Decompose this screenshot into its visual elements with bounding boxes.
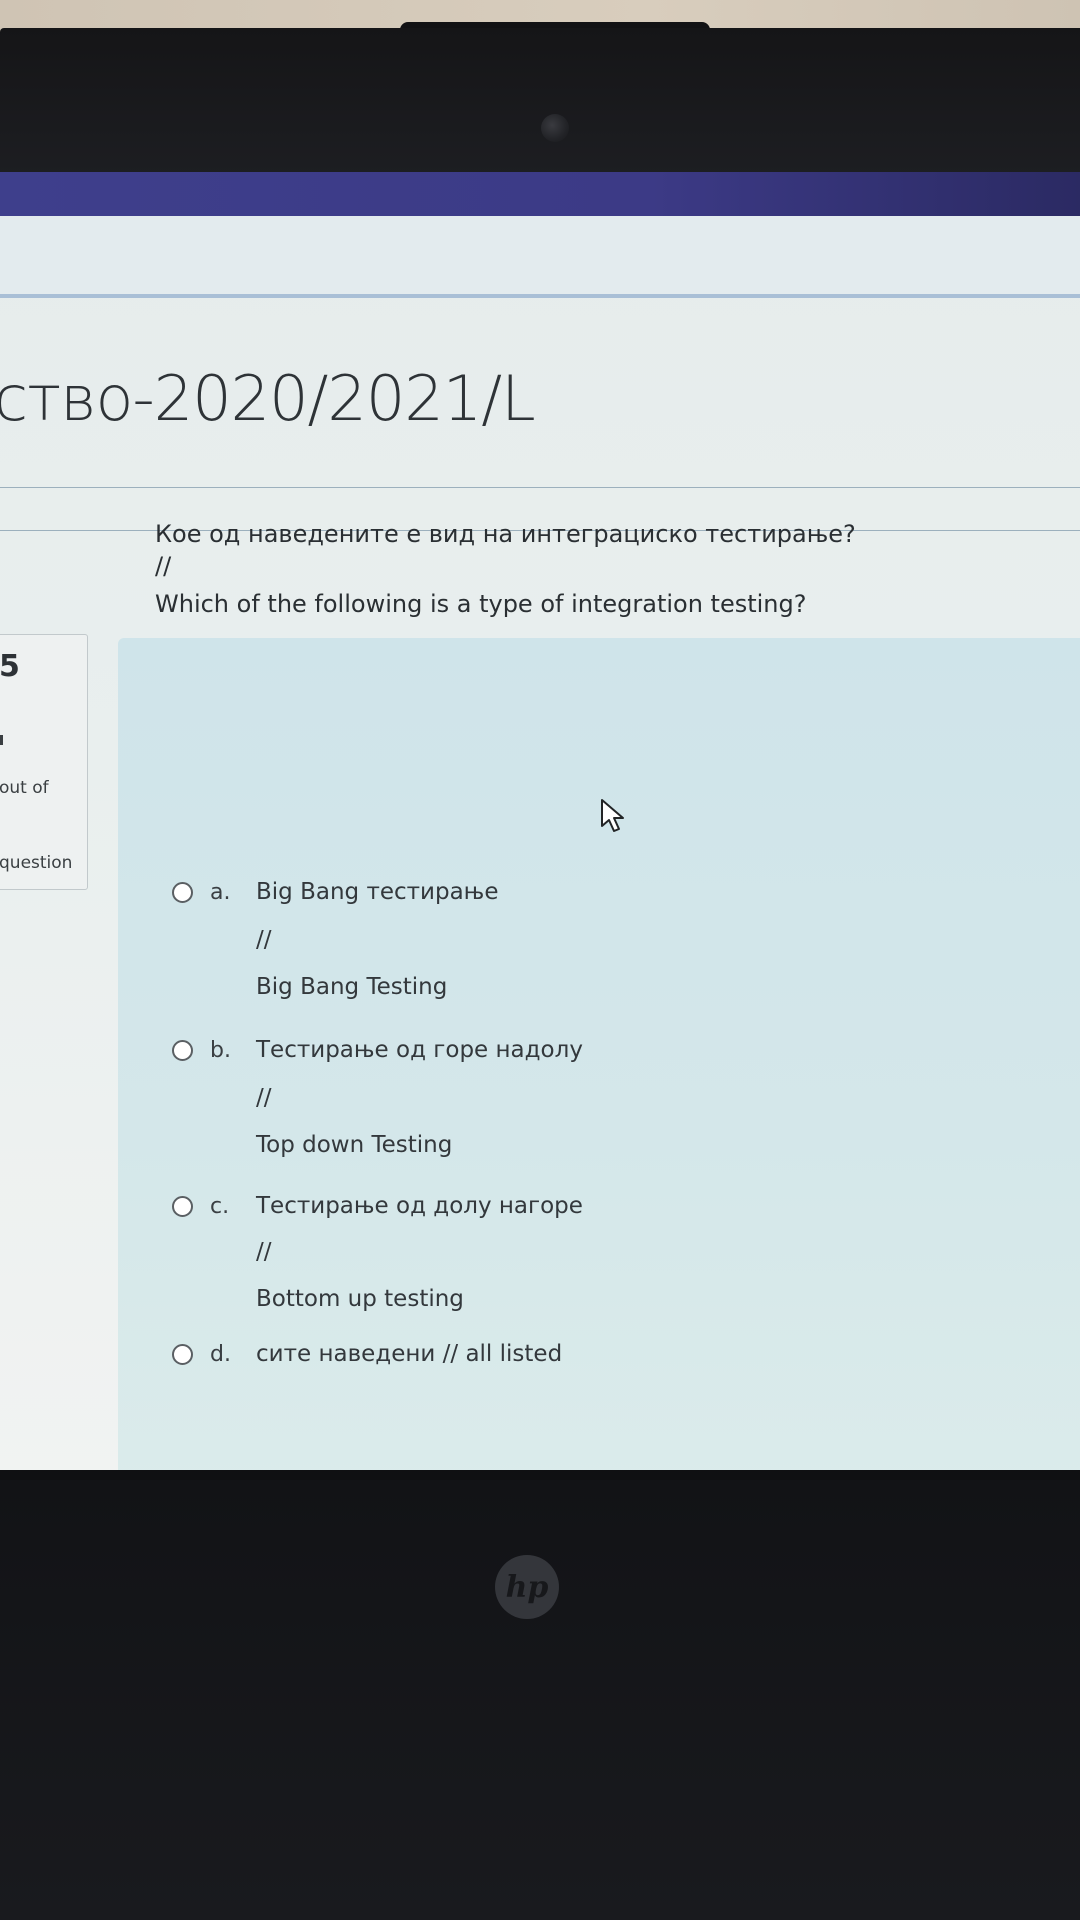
top-navbar (0, 172, 1080, 216)
question-text-en: Which of the following is a type of inte… (155, 590, 807, 618)
question-number: 5 (0, 649, 20, 684)
answer-option-b[interactable]: b. Тестирање од горе надолу // Top down … (170, 1036, 870, 1186)
flag-question-link[interactable]: question (0, 853, 72, 873)
option-text-mk: Тестирање од долу нагоре (256, 1193, 583, 1219)
laptop-bezel-top (0, 28, 1080, 178)
option-text-en: Top down Testing (256, 1132, 453, 1158)
radio-button-d[interactable] (172, 1344, 193, 1365)
option-text-combined: сите наведени // all listed (256, 1341, 563, 1367)
secondary-bar (0, 216, 1080, 298)
hp-logo-icon: hp (495, 1555, 559, 1619)
option-separator: // (256, 927, 272, 953)
mouse-cursor-icon (601, 799, 624, 832)
option-text-mk: Тестирање од горе надолу (256, 1037, 583, 1063)
option-text-mk: Big Bang тестирање (256, 879, 499, 905)
question-status-fragment (0, 735, 3, 745)
radio-button-a[interactable] (172, 882, 193, 903)
option-letter: b. (210, 1038, 231, 1063)
option-letter: c. (210, 1194, 230, 1219)
question-info-box: 5 out of question (0, 634, 88, 890)
option-separator: // (256, 1239, 272, 1265)
question-mark-label: out of (0, 778, 49, 798)
laptop-lower-bezel (0, 1480, 1080, 1920)
option-separator: // (256, 1085, 272, 1111)
hp-logo-text: hp (505, 1569, 549, 1605)
answer-option-d[interactable]: d. сите наведени // all listed (170, 1340, 870, 1380)
option-text-en: Big Bang Testing (256, 974, 448, 1000)
webcam-icon (541, 114, 569, 142)
question-text-mk: Кое од наведените е вид на интеграциско … (155, 520, 856, 548)
radio-button-b[interactable] (172, 1040, 193, 1061)
answer-option-c[interactable]: c. Тестирање од долу нагоре // Bottom up… (170, 1192, 870, 1342)
question-separator: // (155, 552, 172, 580)
option-letter: d. (210, 1342, 231, 1367)
answer-option-a[interactable]: a. Big Bang тестирање // Big Bang Testin… (170, 878, 870, 1028)
option-text-en: Bottom up testing (256, 1286, 464, 1312)
divider-top (0, 487, 1080, 488)
option-letter: a. (210, 880, 231, 905)
radio-button-c[interactable] (172, 1196, 193, 1217)
page-title: ство-2020/2021/L (0, 362, 536, 435)
